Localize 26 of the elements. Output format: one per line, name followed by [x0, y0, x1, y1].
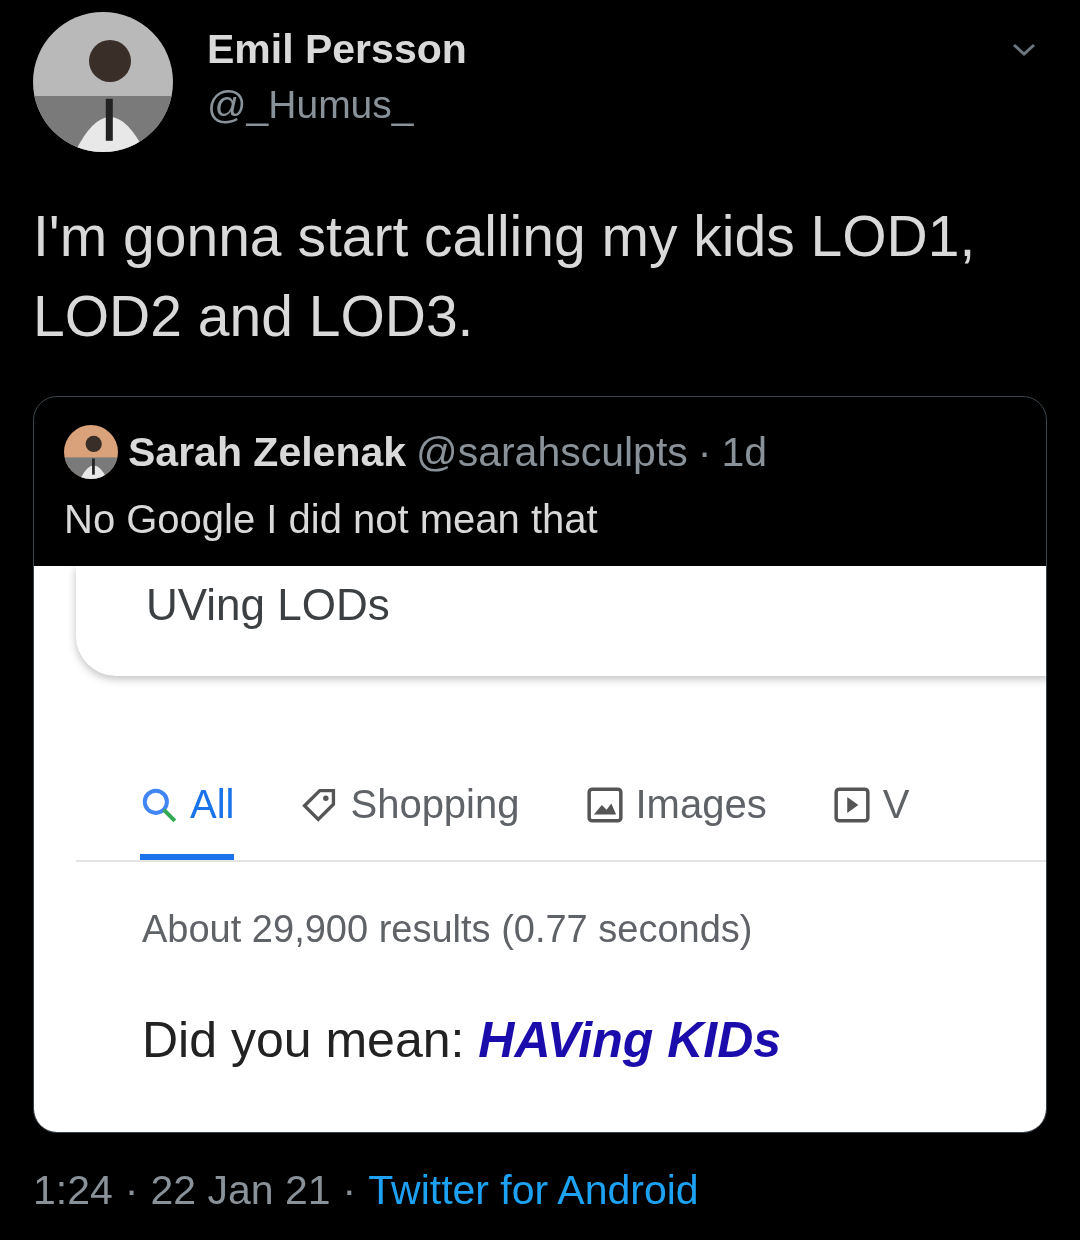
source-link[interactable]: Twitter for Android [368, 1167, 699, 1214]
tweet-text: I'm gonna start calling my kids LOD1, LOD2 and LOD3. [33, 203, 977, 350]
did-you-mean-text: Did you mean: HAVing KIDs [141, 1011, 783, 1069]
quoted-author-handle: @sarahsculpts [416, 428, 688, 476]
tweet-age: 1d [721, 428, 768, 476]
author-name[interactable]: Emil Persson [207, 26, 1011, 73]
suggestion-link[interactable]: HAVing KIDs [478, 1012, 782, 1068]
separator-dot: · [124, 1167, 139, 1214]
search-tab[interactable]: Shopping [300, 782, 520, 860]
search-icon [140, 786, 178, 824]
chevron-down-icon [1011, 42, 1037, 57]
results-count: About 29,900 results (0.77 seconds) [141, 908, 754, 951]
quoted-author-name: Sarah Zelenak [128, 428, 407, 476]
play-icon [832, 786, 871, 824]
quoted-tweet-text: No Google I did not mean that [63, 496, 599, 543]
author-handle[interactable]: @_Humus_ [207, 83, 1011, 127]
search-field[interactable]: UVing LODs [76, 566, 1046, 676]
quoted-tweet-card[interactable]: Sarah Zelenak @sarahsculpts · 1d No Google I did not mean that UVing LODs All Shopping Images V About 29,900 results (0.77 seconds) Did you mean: HAVing KIDs [33, 396, 1047, 1133]
separator-dot: · [697, 428, 712, 476]
search-tab[interactable]: Images [585, 782, 767, 860]
search-tab[interactable]: V [832, 782, 910, 860]
separator-dot: · [342, 1167, 357, 1214]
tweet-date: 22 Jan 21 [150, 1167, 331, 1214]
image-icon [585, 786, 624, 824]
search-tab[interactable]: All [140, 782, 235, 860]
tweet-time: 1:24 [33, 1167, 113, 1214]
